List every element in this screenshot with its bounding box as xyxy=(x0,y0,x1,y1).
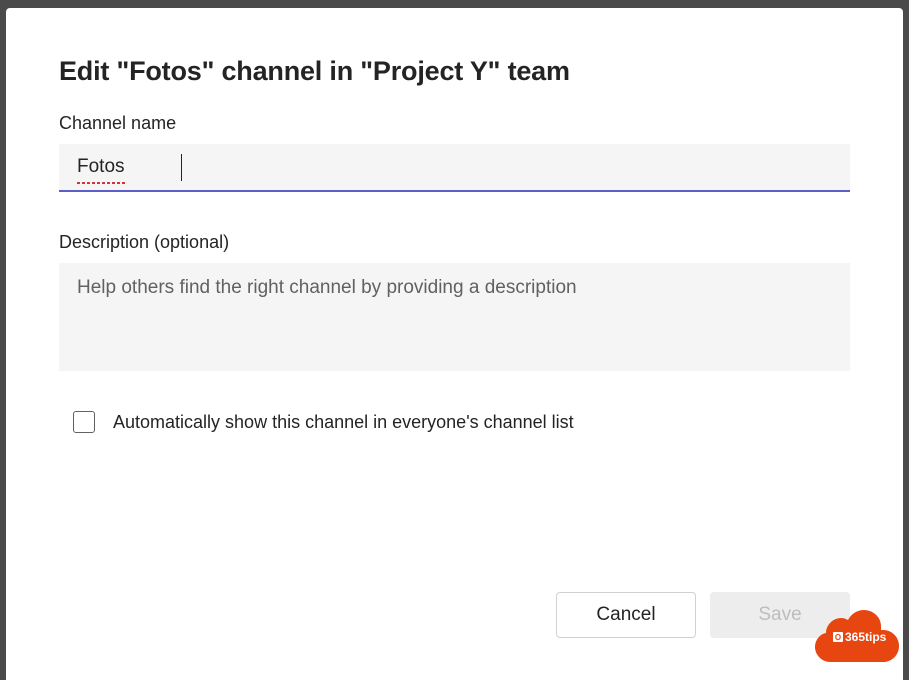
auto-show-row: Automatically show this channel in every… xyxy=(59,411,850,433)
dialog-button-row: Cancel Save xyxy=(59,592,850,650)
channel-name-field-wrap xyxy=(59,144,850,192)
spellcheck-underline xyxy=(77,182,127,184)
channel-name-input[interactable] xyxy=(59,144,850,192)
auto-show-label: Automatically show this channel in every… xyxy=(113,412,574,433)
cancel-button[interactable]: Cancel xyxy=(556,592,696,638)
text-cursor xyxy=(181,154,182,181)
description-input[interactable] xyxy=(59,263,850,371)
description-label: Description (optional) xyxy=(59,232,850,253)
auto-show-checkbox[interactable] xyxy=(73,411,95,433)
edit-channel-dialog: Edit "Fotos" channel in "Project Y" team… xyxy=(6,8,903,680)
save-button[interactable]: Save xyxy=(710,592,850,638)
channel-name-label: Channel name xyxy=(59,113,850,134)
dialog-title: Edit "Fotos" channel in "Project Y" team xyxy=(59,56,850,87)
